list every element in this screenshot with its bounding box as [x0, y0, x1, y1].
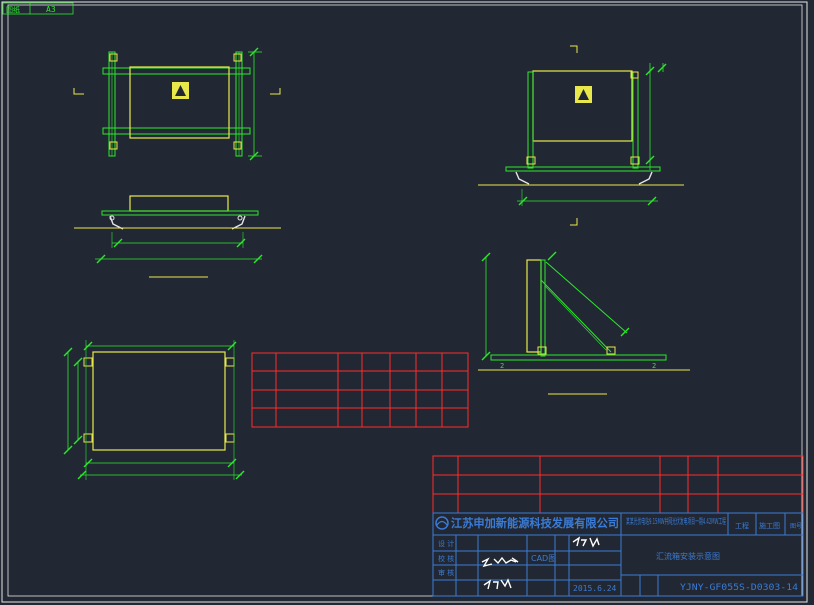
section-label: 图号 — [790, 523, 802, 530]
cad-label: CAD图 — [531, 554, 556, 563]
cad-drawing-canvas[interactable]: 图纸 A3 2 2 江苏申加新能源科技发展有限公司 某某光伏电站9.15MW并网… — [0, 0, 814, 605]
drawing-title: 汇流箱安装示意图 — [656, 551, 720, 561]
company-name: 江苏申加新能源科技发展有限公司 — [451, 516, 619, 530]
front-elevation-view — [74, 195, 281, 278]
signature-3 — [483, 578, 512, 590]
stage-value: 施工图 — [759, 521, 780, 530]
inner-border — [7, 4, 803, 597]
signature-1 — [572, 536, 600, 548]
row-label-check: 校 核 — [438, 554, 454, 563]
svg-text:2: 2 — [652, 362, 656, 370]
back-plate-view — [63, 340, 245, 480]
drawing-number: YJNY-GF055S-D0303-14 — [680, 583, 798, 593]
materials-table — [251, 352, 469, 428]
sheet-corner-label: 图纸 — [6, 5, 20, 14]
sheet-size: A3 — [46, 5, 56, 14]
stage-label: 工程 — [735, 521, 749, 530]
row-label-design: 设 计 — [438, 539, 454, 548]
outer-border — [1, 1, 808, 603]
drawing-date: 2015.6.24 — [573, 584, 617, 593]
project-name: 某某光伏电站9.15MW并网光伏发电项目一期4.42MW工程 — [626, 516, 726, 526]
side-elevation-view — [478, 45, 684, 226]
bracket-side-view: 2 2 — [478, 251, 690, 395]
row-label-approve: 审 核 — [438, 568, 454, 577]
revision-table — [432, 455, 804, 514]
top-plan-view — [73, 47, 281, 161]
svg-text:2: 2 — [500, 362, 504, 370]
